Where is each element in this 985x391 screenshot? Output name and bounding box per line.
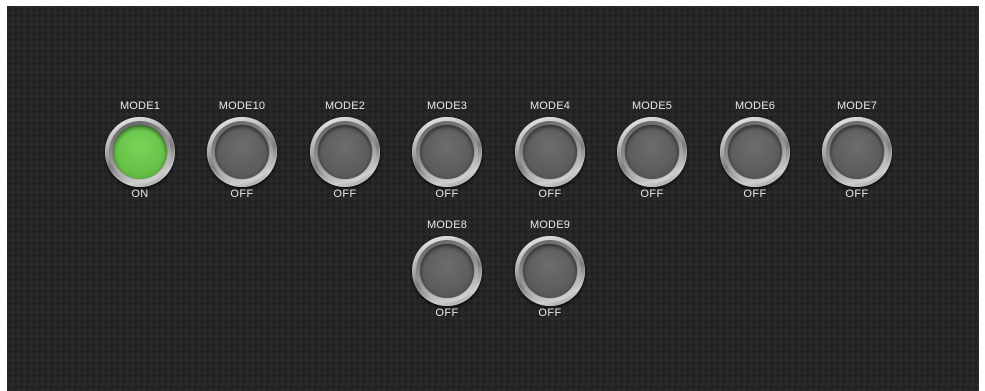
mode4-label: MODE4 — [529, 100, 571, 112]
mode4-indicator-light[interactable] — [523, 125, 577, 179]
mode3-label: MODE3 — [426, 100, 468, 112]
mode6-state: OFF — [743, 188, 767, 200]
mode5-state: OFF — [640, 188, 664, 200]
mode1-label: MODE1 — [119, 100, 161, 112]
mode6-bezel[interactable] — [720, 117, 790, 187]
mode7-button[interactable]: MODE7 OFF — [812, 100, 902, 204]
mode5-button[interactable]: MODE5 OFF — [607, 100, 697, 204]
mode2-state: OFF — [333, 188, 357, 200]
mode6-button[interactable]: MODE6 OFF — [710, 100, 800, 204]
mode1-bezel[interactable] — [105, 117, 175, 187]
mode8-state: OFF — [435, 307, 459, 319]
mode9-indicator-light[interactable] — [523, 244, 577, 298]
mode3-state: OFF — [435, 188, 459, 200]
mode9-state: OFF — [538, 307, 562, 319]
mode5-indicator-light[interactable] — [625, 125, 679, 179]
mode10-state: OFF — [230, 188, 254, 200]
mode7-bezel[interactable] — [822, 117, 892, 187]
mode4-state: OFF — [538, 188, 562, 200]
mode-button-panel: MODE1 ON MODE10 OFF MODE2 OFF MODE3 OFF … — [7, 6, 979, 391]
mode4-button[interactable]: MODE4 OFF — [505, 100, 595, 204]
mode10-label: MODE10 — [218, 100, 266, 112]
mode5-bezel[interactable] — [617, 117, 687, 187]
mode8-button[interactable]: MODE8 OFF — [402, 219, 492, 323]
mode2-indicator-light[interactable] — [318, 125, 372, 179]
mode9-bezel[interactable] — [515, 236, 585, 306]
mode3-bezel[interactable] — [412, 117, 482, 187]
mode3-indicator-light[interactable] — [420, 125, 474, 179]
mode10-bezel[interactable] — [207, 117, 277, 187]
mode2-button[interactable]: MODE2 OFF — [300, 100, 390, 204]
mode1-button[interactable]: MODE1 ON — [95, 100, 185, 204]
mode1-state: ON — [131, 188, 149, 200]
mode2-label: MODE2 — [324, 100, 366, 112]
mode10-indicator-light[interactable] — [215, 125, 269, 179]
mode7-state: OFF — [845, 188, 869, 200]
mode8-indicator-light[interactable] — [420, 244, 474, 298]
mode2-bezel[interactable] — [310, 117, 380, 187]
mode8-label: MODE8 — [426, 219, 468, 231]
mode3-button[interactable]: MODE3 OFF — [402, 100, 492, 204]
mode6-indicator-light[interactable] — [728, 125, 782, 179]
mode9-button[interactable]: MODE9 OFF — [505, 219, 595, 323]
mode1-indicator-light[interactable] — [113, 125, 167, 179]
mode10-button[interactable]: MODE10 OFF — [197, 100, 287, 204]
mode7-label: MODE7 — [836, 100, 878, 112]
mode7-indicator-light[interactable] — [830, 125, 884, 179]
mode5-label: MODE5 — [631, 100, 673, 112]
mode4-bezel[interactable] — [515, 117, 585, 187]
mode9-label: MODE9 — [529, 219, 571, 231]
mode6-label: MODE6 — [734, 100, 776, 112]
mode8-bezel[interactable] — [412, 236, 482, 306]
